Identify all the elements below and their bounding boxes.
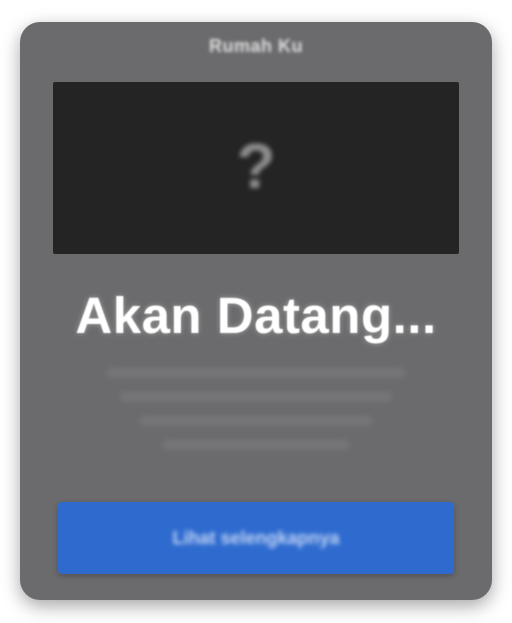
question-icon: ? (236, 130, 276, 202)
description-line (119, 392, 393, 402)
description-line (163, 440, 349, 450)
card-title: Rumah Ku (209, 36, 303, 56)
blurred-description (90, 360, 422, 480)
description-line (139, 416, 373, 426)
view-more-button[interactable]: Lihat selengkapnya (58, 502, 454, 574)
preview-image-placeholder: ? (53, 82, 459, 254)
coming-soon-text: Akan Datang... (75, 287, 437, 344)
coming-soon-card: Rumah Ku ? Akan Datang... Lihat selengka… (20, 22, 492, 600)
view-more-button-label: Lihat selengkapnya (172, 527, 340, 548)
description-line (106, 368, 406, 378)
